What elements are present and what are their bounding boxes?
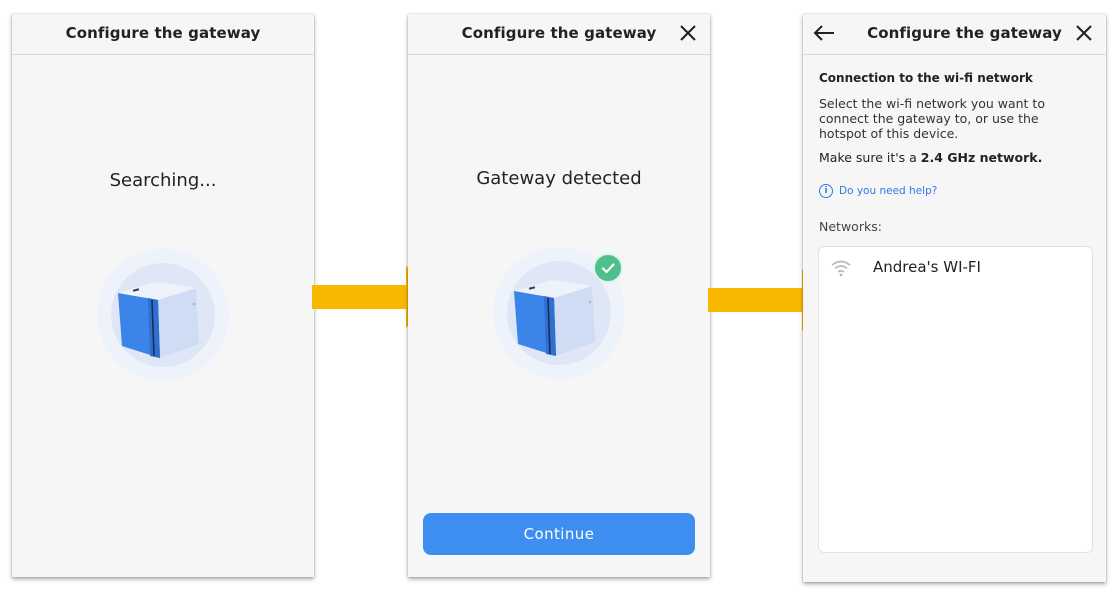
- close-icon[interactable]: [678, 23, 698, 43]
- header-bar: Configure the gateway: [803, 14, 1106, 55]
- continue-button[interactable]: Continue: [423, 513, 695, 555]
- header-bar: Configure the gateway: [408, 14, 710, 55]
- networks-list: Andrea's WI-FI: [818, 246, 1093, 553]
- header-bar: Configure the gateway: [12, 14, 314, 55]
- wifi-section-heading: Connection to the wi-fi network: [819, 71, 1033, 85]
- detected-status: Gateway detected: [476, 168, 642, 189]
- gateway-device-illustration: [97, 249, 229, 381]
- page-title: Configure the gateway: [65, 24, 261, 42]
- searching-status: Searching...: [109, 170, 217, 191]
- screen-detected: Configure the gateway Gateway detected C…: [408, 14, 710, 577]
- network-name: Andrea's WI-FI: [873, 258, 981, 276]
- page-title: Configure the gateway: [461, 24, 657, 42]
- check-icon: [593, 253, 623, 283]
- close-icon[interactable]: [1074, 23, 1094, 43]
- frequency-note: Make sure it's a 2.4 GHz network.: [819, 150, 1042, 165]
- help-link-label: Do you need help?: [839, 185, 938, 197]
- page-title: Configure the gateway: [867, 24, 1062, 42]
- note-prefix: Make sure it's a: [819, 150, 921, 165]
- screen-wifi-select: Configure the gateway Connection to the …: [803, 14, 1106, 582]
- note-bold: 2.4 GHz network.: [920, 150, 1043, 165]
- wifi-description: Select the wi-fi network you want to con…: [819, 96, 1045, 141]
- screen-searching: Configure the gateway Searching...: [12, 14, 314, 577]
- networks-label: Networks:: [819, 219, 882, 234]
- info-icon: i: [819, 184, 833, 198]
- help-link[interactable]: i Do you need help?: [819, 184, 937, 198]
- wifi-icon: [831, 260, 851, 277]
